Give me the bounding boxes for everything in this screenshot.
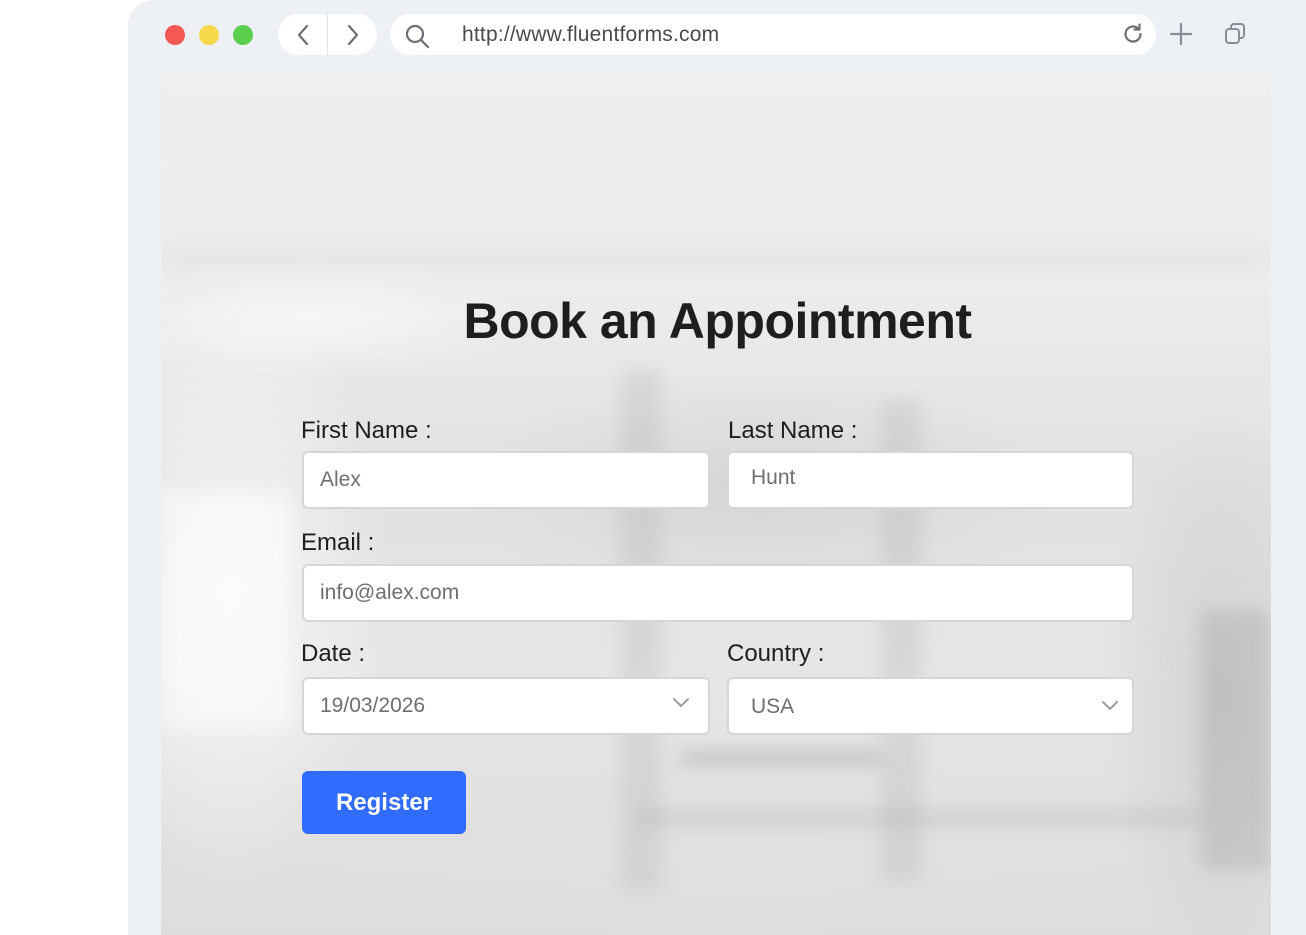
date-select[interactable]: 19/03/2026 <box>302 677 710 735</box>
email-input[interactable] <box>304 566 1132 620</box>
chevron-down-icon <box>1102 701 1118 710</box>
country-label: Country : <box>727 640 825 667</box>
new-tab-icon[interactable] <box>1169 22 1193 46</box>
email-label: Email : <box>301 529 375 556</box>
first-name-field[interactable] <box>302 451 710 509</box>
appointment-form: Book an Appointment First Name : Last Na… <box>301 70 1141 935</box>
forward-button[interactable] <box>328 14 377 55</box>
background-blur-shape <box>1201 610 1271 870</box>
address-bar[interactable]: http://www.fluentforms.com <box>390 14 1156 55</box>
country-value: USA <box>751 695 795 718</box>
first-name-label: First Name : <box>301 417 432 444</box>
last-name-field[interactable] <box>727 451 1134 509</box>
first-name-input[interactable] <box>304 453 708 507</box>
tabs-overview-icon[interactable] <box>1224 22 1246 46</box>
email-field[interactable] <box>302 564 1134 622</box>
chevron-right-icon <box>347 24 358 45</box>
close-window-button[interactable] <box>165 25 185 45</box>
browser-window: http://www.fluentforms.com Book an Appoi… <box>128 0 1306 935</box>
search-icon <box>405 24 430 49</box>
country-select[interactable]: USA <box>727 677 1134 735</box>
date-value: 19/03/2026 <box>320 694 426 717</box>
last-name-label: Last Name : <box>728 417 858 444</box>
register-button[interactable]: Register <box>302 771 466 834</box>
chevron-down-icon <box>673 698 689 707</box>
last-name-input[interactable] <box>729 453 1132 507</box>
url-text[interactable]: http://www.fluentforms.com <box>462 23 719 47</box>
chevron-left-icon <box>297 24 308 45</box>
maximize-window-button[interactable] <box>233 25 253 45</box>
reload-icon[interactable] <box>1121 22 1145 46</box>
page-content: Book an Appointment First Name : Last Na… <box>161 70 1271 935</box>
navigation-buttons <box>278 14 377 55</box>
form-title: Book an Appointment <box>463 293 972 349</box>
minimize-window-button[interactable] <box>199 25 219 45</box>
background-blur-shape <box>161 490 291 730</box>
date-label: Date : <box>301 640 366 667</box>
back-button[interactable] <box>278 14 328 55</box>
